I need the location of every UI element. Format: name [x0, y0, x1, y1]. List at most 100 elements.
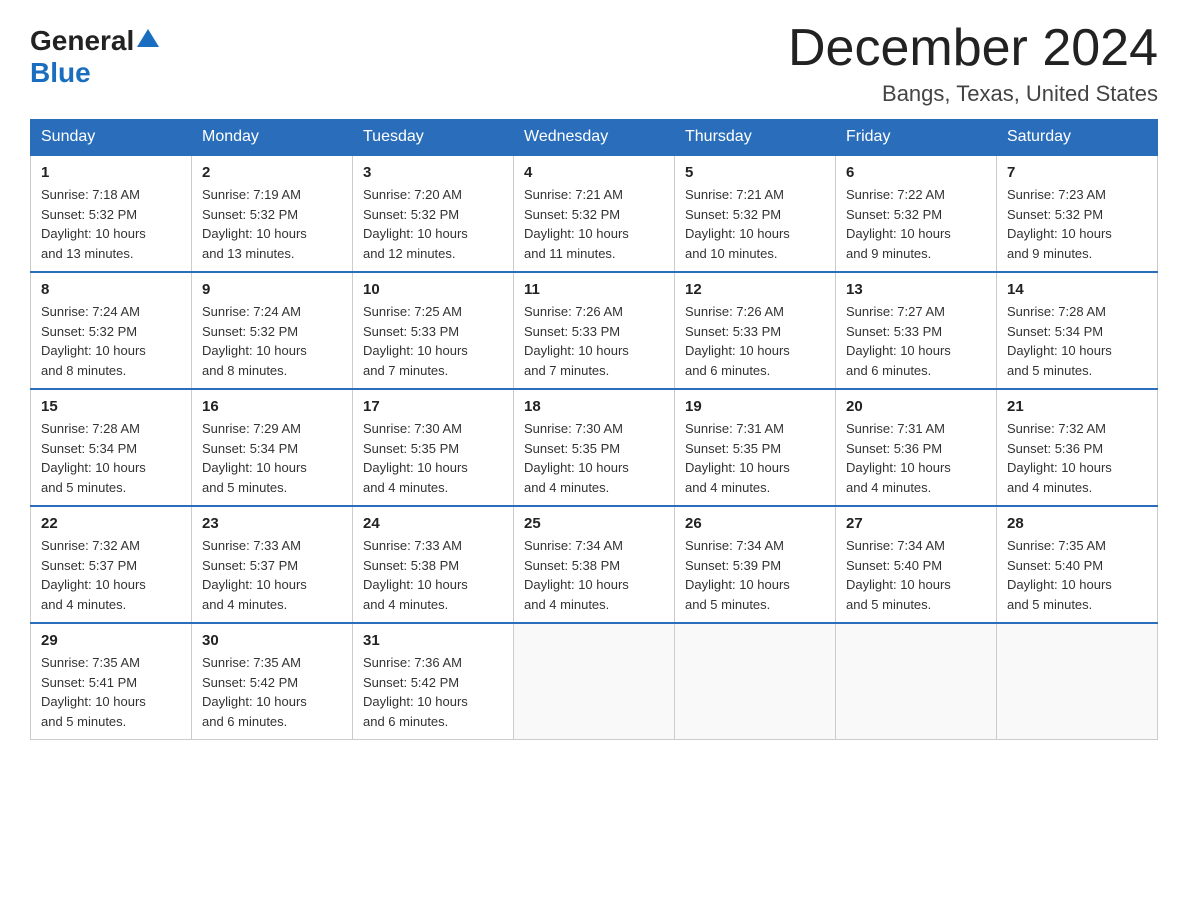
day-number: 18: [524, 398, 664, 415]
day-info: Sunrise: 7:30 AM Sunset: 5:35 PM Dayligh…: [363, 419, 503, 497]
day-info: Sunrise: 7:36 AM Sunset: 5:42 PM Dayligh…: [363, 653, 503, 731]
calendar-cell: 21 Sunrise: 7:32 AM Sunset: 5:36 PM Dayl…: [997, 389, 1158, 506]
day-info: Sunrise: 7:29 AM Sunset: 5:34 PM Dayligh…: [202, 419, 342, 497]
day-number: 2: [202, 164, 342, 181]
day-number: 23: [202, 515, 342, 532]
day-number: 26: [685, 515, 825, 532]
day-info: Sunrise: 7:26 AM Sunset: 5:33 PM Dayligh…: [524, 302, 664, 380]
col-saturday: Saturday: [997, 120, 1158, 156]
day-number: 19: [685, 398, 825, 415]
calendar-cell: 27 Sunrise: 7:34 AM Sunset: 5:40 PM Dayl…: [836, 506, 997, 623]
calendar-cell: 19 Sunrise: 7:31 AM Sunset: 5:35 PM Dayl…: [675, 389, 836, 506]
day-number: 1: [41, 164, 181, 181]
day-number: 29: [41, 632, 181, 649]
calendar-cell: 9 Sunrise: 7:24 AM Sunset: 5:32 PM Dayli…: [192, 272, 353, 389]
day-info: Sunrise: 7:27 AM Sunset: 5:33 PM Dayligh…: [846, 302, 986, 380]
day-number: 4: [524, 164, 664, 181]
day-number: 16: [202, 398, 342, 415]
logo: General Blue: [30, 20, 159, 89]
day-info: Sunrise: 7:35 AM Sunset: 5:40 PM Dayligh…: [1007, 536, 1147, 614]
day-number: 22: [41, 515, 181, 532]
calendar-cell: [836, 623, 997, 740]
calendar-cell: 18 Sunrise: 7:30 AM Sunset: 5:35 PM Dayl…: [514, 389, 675, 506]
day-info: Sunrise: 7:33 AM Sunset: 5:38 PM Dayligh…: [363, 536, 503, 614]
day-number: 7: [1007, 164, 1147, 181]
day-info: Sunrise: 7:21 AM Sunset: 5:32 PM Dayligh…: [685, 185, 825, 263]
calendar-cell: 12 Sunrise: 7:26 AM Sunset: 5:33 PM Dayl…: [675, 272, 836, 389]
day-info: Sunrise: 7:20 AM Sunset: 5:32 PM Dayligh…: [363, 185, 503, 263]
calendar-cell: 31 Sunrise: 7:36 AM Sunset: 5:42 PM Dayl…: [353, 623, 514, 740]
day-info: Sunrise: 7:26 AM Sunset: 5:33 PM Dayligh…: [685, 302, 825, 380]
col-sunday: Sunday: [31, 120, 192, 156]
day-number: 27: [846, 515, 986, 532]
day-number: 10: [363, 281, 503, 298]
col-tuesday: Tuesday: [353, 120, 514, 156]
day-info: Sunrise: 7:28 AM Sunset: 5:34 PM Dayligh…: [1007, 302, 1147, 380]
calendar-cell: 14 Sunrise: 7:28 AM Sunset: 5:34 PM Dayl…: [997, 272, 1158, 389]
calendar-cell: 6 Sunrise: 7:22 AM Sunset: 5:32 PM Dayli…: [836, 155, 997, 272]
week-row-5: 29 Sunrise: 7:35 AM Sunset: 5:41 PM Dayl…: [31, 623, 1158, 740]
day-info: Sunrise: 7:32 AM Sunset: 5:36 PM Dayligh…: [1007, 419, 1147, 497]
calendar-cell: 8 Sunrise: 7:24 AM Sunset: 5:32 PM Dayli…: [31, 272, 192, 389]
calendar-cell: 16 Sunrise: 7:29 AM Sunset: 5:34 PM Dayl…: [192, 389, 353, 506]
day-number: 24: [363, 515, 503, 532]
calendar-cell: 26 Sunrise: 7:34 AM Sunset: 5:39 PM Dayl…: [675, 506, 836, 623]
calendar-cell: [514, 623, 675, 740]
day-number: 11: [524, 281, 664, 298]
day-number: 5: [685, 164, 825, 181]
calendar-cell: 29 Sunrise: 7:35 AM Sunset: 5:41 PM Dayl…: [31, 623, 192, 740]
day-info: Sunrise: 7:28 AM Sunset: 5:34 PM Dayligh…: [41, 419, 181, 497]
calendar-cell: 11 Sunrise: 7:26 AM Sunset: 5:33 PM Dayl…: [514, 272, 675, 389]
calendar-cell: 22 Sunrise: 7:32 AM Sunset: 5:37 PM Dayl…: [31, 506, 192, 623]
calendar-cell: 30 Sunrise: 7:35 AM Sunset: 5:42 PM Dayl…: [192, 623, 353, 740]
day-info: Sunrise: 7:30 AM Sunset: 5:35 PM Dayligh…: [524, 419, 664, 497]
day-info: Sunrise: 7:34 AM Sunset: 5:39 PM Dayligh…: [685, 536, 825, 614]
day-number: 21: [1007, 398, 1147, 415]
day-info: Sunrise: 7:19 AM Sunset: 5:32 PM Dayligh…: [202, 185, 342, 263]
calendar-cell: 20 Sunrise: 7:31 AM Sunset: 5:36 PM Dayl…: [836, 389, 997, 506]
calendar-cell: 25 Sunrise: 7:34 AM Sunset: 5:38 PM Dayl…: [514, 506, 675, 623]
calendar-cell: 10 Sunrise: 7:25 AM Sunset: 5:33 PM Dayl…: [353, 272, 514, 389]
day-number: 8: [41, 281, 181, 298]
day-info: Sunrise: 7:33 AM Sunset: 5:37 PM Dayligh…: [202, 536, 342, 614]
logo-triangle-icon: [137, 27, 159, 52]
day-number: 13: [846, 281, 986, 298]
day-number: 25: [524, 515, 664, 532]
day-number: 17: [363, 398, 503, 415]
day-info: Sunrise: 7:35 AM Sunset: 5:42 PM Dayligh…: [202, 653, 342, 731]
week-row-4: 22 Sunrise: 7:32 AM Sunset: 5:37 PM Dayl…: [31, 506, 1158, 623]
calendar-cell: 1 Sunrise: 7:18 AM Sunset: 5:32 PM Dayli…: [31, 155, 192, 272]
title-area: December 2024 Bangs, Texas, United State…: [788, 20, 1158, 107]
calendar-cell: 24 Sunrise: 7:33 AM Sunset: 5:38 PM Dayl…: [353, 506, 514, 623]
day-info: Sunrise: 7:34 AM Sunset: 5:40 PM Dayligh…: [846, 536, 986, 614]
page-subtitle: Bangs, Texas, United States: [788, 81, 1158, 107]
day-number: 20: [846, 398, 986, 415]
day-number: 12: [685, 281, 825, 298]
calendar-cell: 13 Sunrise: 7:27 AM Sunset: 5:33 PM Dayl…: [836, 272, 997, 389]
calendar-cell: 5 Sunrise: 7:21 AM Sunset: 5:32 PM Dayli…: [675, 155, 836, 272]
day-number: 3: [363, 164, 503, 181]
calendar-cell: 28 Sunrise: 7:35 AM Sunset: 5:40 PM Dayl…: [997, 506, 1158, 623]
calendar-cell: 17 Sunrise: 7:30 AM Sunset: 5:35 PM Dayl…: [353, 389, 514, 506]
day-number: 14: [1007, 281, 1147, 298]
day-number: 28: [1007, 515, 1147, 532]
calendar-cell: 3 Sunrise: 7:20 AM Sunset: 5:32 PM Dayli…: [353, 155, 514, 272]
page-title: December 2024: [788, 20, 1158, 77]
logo-general-text: General: [30, 25, 134, 57]
calendar-cell: 7 Sunrise: 7:23 AM Sunset: 5:32 PM Dayli…: [997, 155, 1158, 272]
day-info: Sunrise: 7:31 AM Sunset: 5:35 PM Dayligh…: [685, 419, 825, 497]
day-number: 30: [202, 632, 342, 649]
day-number: 15: [41, 398, 181, 415]
col-wednesday: Wednesday: [514, 120, 675, 156]
calendar-cell: 4 Sunrise: 7:21 AM Sunset: 5:32 PM Dayli…: [514, 155, 675, 272]
col-friday: Friday: [836, 120, 997, 156]
calendar-cell: [997, 623, 1158, 740]
calendar-cell: [675, 623, 836, 740]
day-info: Sunrise: 7:24 AM Sunset: 5:32 PM Dayligh…: [202, 302, 342, 380]
calendar-table: Sunday Monday Tuesday Wednesday Thursday…: [30, 119, 1158, 740]
week-row-3: 15 Sunrise: 7:28 AM Sunset: 5:34 PM Dayl…: [31, 389, 1158, 506]
day-info: Sunrise: 7:21 AM Sunset: 5:32 PM Dayligh…: [524, 185, 664, 263]
day-number: 31: [363, 632, 503, 649]
calendar-cell: 23 Sunrise: 7:33 AM Sunset: 5:37 PM Dayl…: [192, 506, 353, 623]
day-info: Sunrise: 7:35 AM Sunset: 5:41 PM Dayligh…: [41, 653, 181, 731]
